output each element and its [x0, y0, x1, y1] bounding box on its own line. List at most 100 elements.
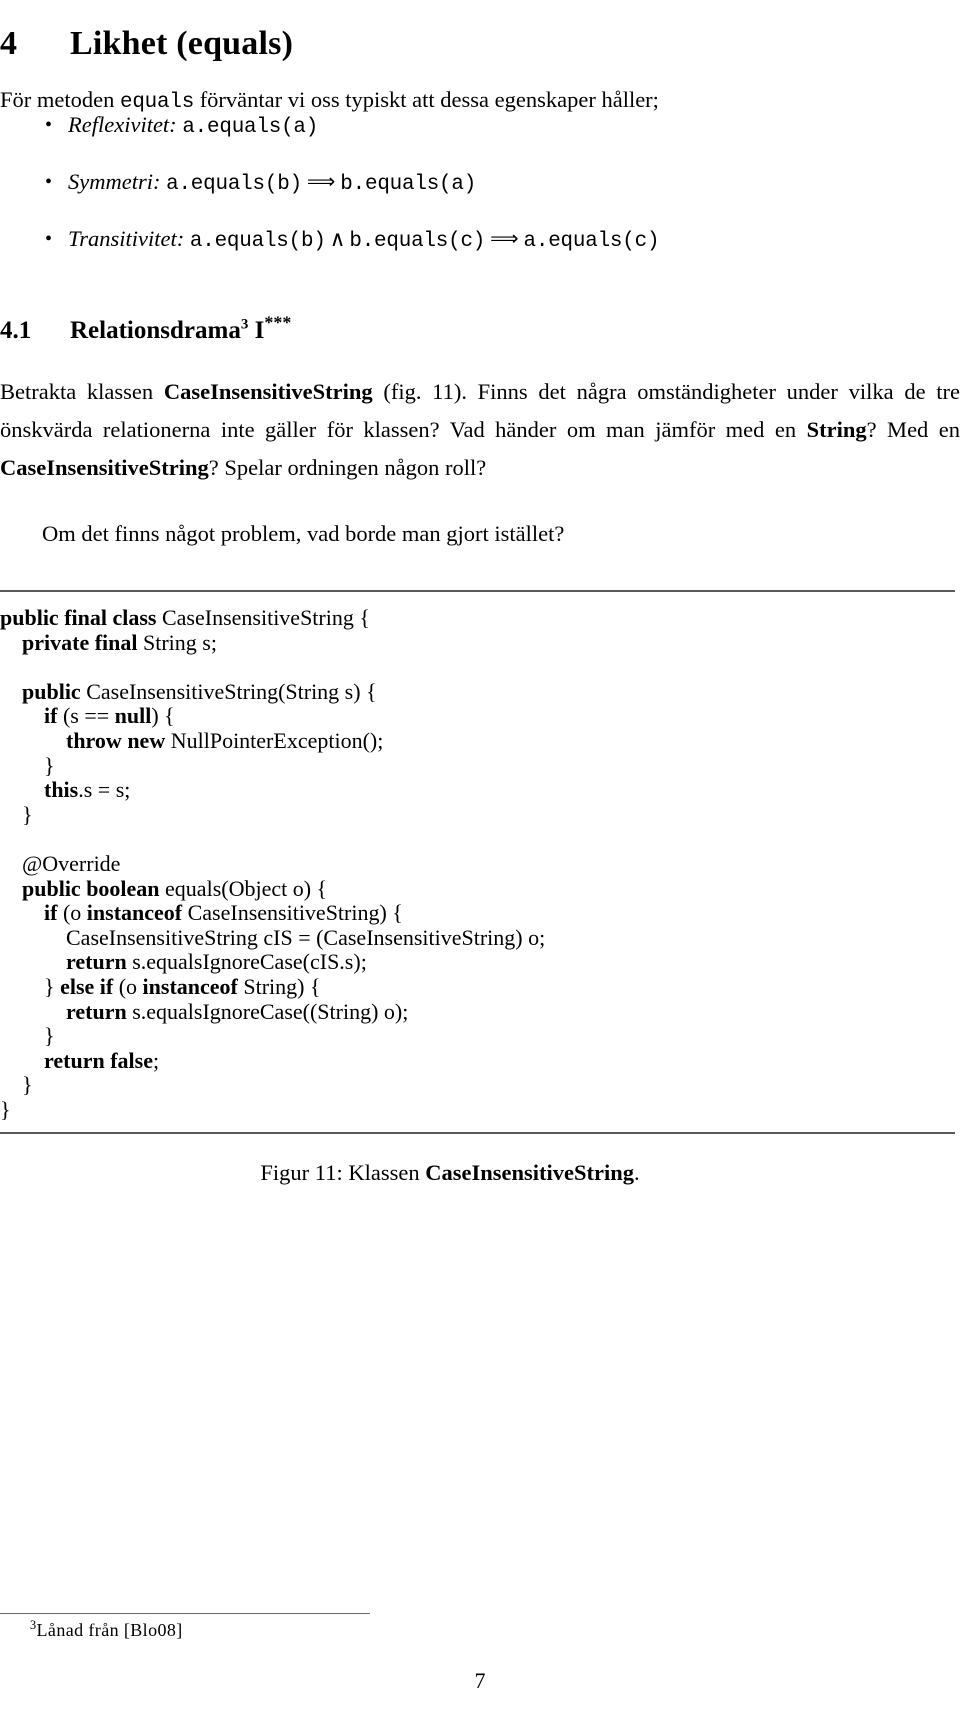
- implies-symbol: ⟹: [306, 170, 336, 193]
- subsection-number: 4.1: [0, 316, 32, 344]
- code-line: return s.equalsIgnoreCase(cIS.s);: [0, 950, 960, 975]
- code-text: @Override: [0, 850, 121, 876]
- implies-symbol: ⟹: [490, 227, 519, 250]
- code-keyword: if: [0, 900, 63, 926]
- betrakta-paragraph: Betrakta klassen CaseInsensitiveString (…: [0, 373, 960, 487]
- footnote: 3Lånad från [Blo08]: [30, 1619, 183, 1641]
- code-text: }: [0, 1023, 55, 1049]
- code-keyword: instanceof: [86, 900, 188, 926]
- code-text: s.equalsIgnoreCase(cIS.s);: [132, 949, 367, 975]
- difficulty-stars: ***: [264, 312, 292, 333]
- document-page: 4 Likhet (equals) För metoden equals förv…: [0, 0, 960, 1716]
- intro-text-after: förväntar vi oss typiskt att dessa egens…: [194, 86, 659, 112]
- code-text: equals(Object o) {: [165, 875, 328, 901]
- list-item: Reflexivitet: a.equals(a): [0, 110, 900, 167]
- betrakta-text-1: Betrakta klassen: [0, 378, 164, 404]
- code-text: CaseInsensitiveString {: [161, 605, 370, 630]
- code-keyword: private final: [0, 629, 143, 655]
- code-keyword: throw new: [0, 727, 171, 753]
- code-keyword: public: [0, 678, 87, 704]
- code-text: NullPointerException();: [170, 727, 384, 753]
- string-type-ref: String: [806, 416, 867, 442]
- section-title: Likhet (equals): [70, 24, 294, 62]
- code-line: } else if (o instanceof String) {: [0, 973, 960, 1000]
- code-line: this.s = s;: [0, 777, 960, 803]
- code-text: CaseInsensitiveString(String s) {: [86, 678, 377, 704]
- code-line: return s.equalsIgnoreCase((String) o);: [0, 998, 960, 1025]
- footnote-text: Lånad från [Blo08]: [36, 1620, 183, 1640]
- code-text: }: [0, 1096, 11, 1122]
- code-text: ) {: [151, 703, 175, 729]
- code-text: ;: [152, 1047, 160, 1073]
- betrakta-text-3: ? Med en: [866, 416, 960, 442]
- intro-text-before: För metoden: [0, 86, 120, 112]
- code-keyword: null: [114, 703, 152, 729]
- code-text: CaseInsensitiveString) {: [187, 900, 403, 926]
- code-text: s.equalsIgnoreCase((String) o);: [132, 998, 409, 1024]
- code-keyword: this: [0, 777, 79, 803]
- code-line: private final String s;: [0, 629, 960, 656]
- code-line: CaseInsensitiveString cIS = (CaseInsensi…: [0, 924, 960, 951]
- code-line: public CaseInsensitiveString(String s) {: [0, 678, 960, 705]
- betrakta-text-4: ? Spelar ordningen någon roll?: [208, 454, 487, 480]
- class-name-ref: CaseInsensitiveString: [163, 378, 373, 404]
- subsection-suffix: I: [254, 316, 265, 344]
- code-line: public final class CaseInsensitiveString…: [0, 605, 960, 631]
- code-text: }: [0, 973, 61, 999]
- subsection-title: Relationsdrama: [70, 316, 241, 344]
- code-keyword: if: [0, 703, 63, 729]
- code-text: String s;: [143, 629, 217, 655]
- property-label: Symmetri:: [68, 169, 161, 194]
- property-expression-3: a.equals(c): [523, 230, 660, 253]
- code-line: }: [0, 801, 960, 828]
- property-label: Reflexivitet:: [68, 112, 177, 137]
- code-keyword: instanceof: [142, 973, 244, 999]
- code-line: return false;: [0, 1047, 960, 1074]
- code-line: }: [0, 1096, 960, 1123]
- code-line: }: [0, 1023, 960, 1049]
- code-text: .s = s;: [78, 777, 131, 803]
- code-text: }: [0, 801, 33, 827]
- footnote-separator: [0, 1613, 370, 1614]
- om-det-paragraph: Om det finns något problem, vad borde ma…: [42, 520, 565, 546]
- page-number: 7: [474, 1668, 486, 1693]
- caption-suffix: .: [633, 1160, 640, 1186]
- code-text: }: [0, 752, 55, 778]
- list-item: Transitivitet: a.equals(b)∧b.equals(c)⟹a…: [0, 224, 900, 281]
- section-number: 4: [0, 24, 18, 62]
- code-line: if (o instanceof CaseInsensitiveString) …: [0, 900, 960, 926]
- code-text: String) {: [243, 973, 321, 999]
- caption-class-name: CaseInsensitiveString: [425, 1160, 634, 1186]
- code-keyword: public final class: [0, 605, 162, 630]
- code-keyword: return: [0, 998, 133, 1024]
- section-heading: 4 Likhet (equals): [0, 25, 293, 63]
- figure-caption: Figur 11: Klassen CaseInsensitiveString.: [0, 1134, 900, 1186]
- property-expression-1: a.equals(b): [189, 230, 326, 253]
- property-label: Transitivitet:: [68, 226, 185, 251]
- code-line: throw new NullPointerException();: [0, 727, 960, 754]
- subsection-heading: 4.1 Relationsdrama3 I***: [0, 313, 291, 345]
- code-text: }: [0, 1072, 33, 1098]
- code-line: if (s == null) {: [0, 704, 960, 729]
- code-text: (o: [118, 973, 143, 999]
- code-keyword: return false: [0, 1047, 153, 1073]
- code-text: (s ==: [62, 703, 115, 729]
- code-line: }: [0, 1072, 960, 1098]
- code-keyword: return: [0, 949, 133, 975]
- code-line: @Override: [0, 850, 960, 877]
- code-keyword: public boolean: [0, 875, 166, 901]
- code-listing: public final class CaseInsensitiveString…: [0, 592, 960, 1132]
- property-expression-1: a.equals(b): [166, 173, 302, 196]
- property-expression-1: a.equals(a): [182, 116, 319, 139]
- code-text: (o: [62, 900, 87, 926]
- code-text: CaseInsensitiveString cIS = (CaseInsensi…: [0, 924, 546, 950]
- list-item: Symmetri: a.equals(b)⟹b.equals(a): [0, 167, 900, 224]
- code-line: public boolean equals(Object o) {: [0, 875, 960, 902]
- code-keyword: else if: [60, 973, 119, 999]
- code-line: }: [0, 752, 960, 779]
- class-name-ref-2: CaseInsensitiveString: [0, 454, 209, 480]
- figure-11: public final class CaseInsensitiveString…: [0, 590, 960, 1186]
- caption-prefix: Figur 11: Klassen: [260, 1160, 426, 1186]
